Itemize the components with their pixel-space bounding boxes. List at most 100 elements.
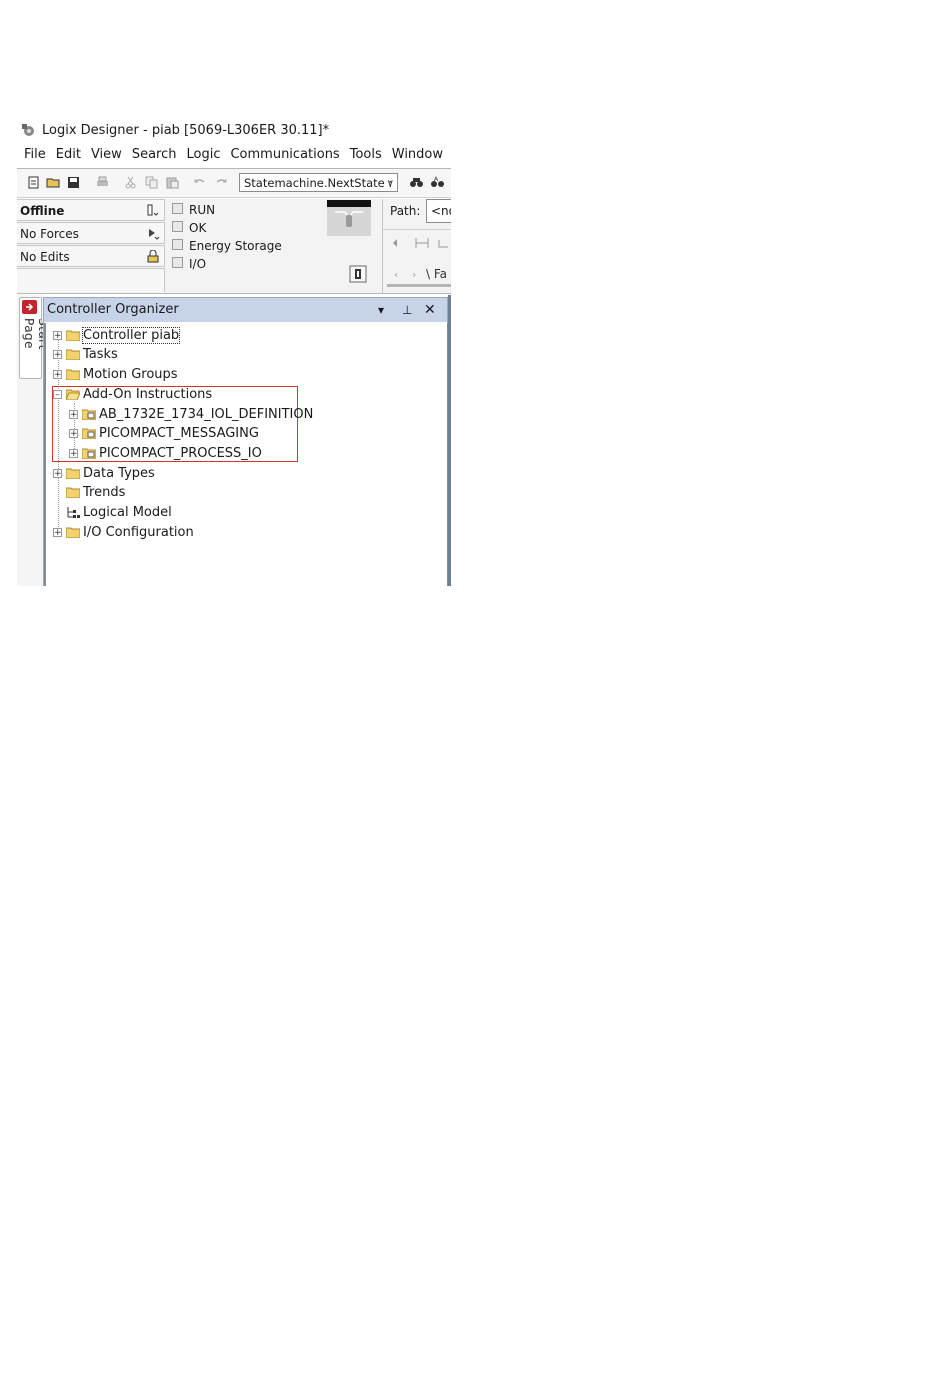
open-folder-icon[interactable] xyxy=(46,175,61,190)
find-icon[interactable] xyxy=(409,175,424,190)
close-icon[interactable]: ✕ xyxy=(424,298,436,322)
expand-icon[interactable]: + xyxy=(53,369,62,379)
tree-item-trends[interactable]: Trends xyxy=(53,483,125,501)
pin-icon[interactable]: ⊥ xyxy=(402,298,412,322)
tree-item-aoi-messaging[interactable]: + PICOMPACT_MESSAGING xyxy=(69,424,259,442)
path-input[interactable]: <no xyxy=(426,199,451,223)
mode-dropdown-icon[interactable] xyxy=(146,204,160,217)
tag-combo-value: Statemachine.NextState : xyxy=(244,176,393,190)
expand-icon[interactable]: + xyxy=(53,330,62,340)
menu-window[interactable]: Window xyxy=(392,147,443,162)
tab-favorites-partial[interactable]: \ Fa xyxy=(426,267,447,281)
open-folder-icon xyxy=(66,389,80,400)
tree-item-aoi-process-io[interactable]: + PICOMPACT_PROCESS_IO xyxy=(69,444,262,462)
tab-scrollbar[interactable] xyxy=(387,284,451,287)
edits-lock-icon[interactable] xyxy=(146,250,160,263)
scroll-right-icon[interactable]: › xyxy=(412,268,416,281)
tree-item-logical-model[interactable]: Logical Model xyxy=(53,503,172,521)
panel-splitter[interactable] xyxy=(448,295,451,586)
tree-label: Trends xyxy=(83,484,126,500)
controller-organizer: Controller Organizer ▾ ⊥ ✕ + Controller … xyxy=(43,297,449,586)
menu-tools[interactable]: Tools xyxy=(350,147,382,162)
save-icon[interactable] xyxy=(66,175,81,190)
checkbox-icon xyxy=(172,238,183,250)
indicator-io: I/O xyxy=(172,255,282,273)
tree-label: Motion Groups xyxy=(83,366,178,382)
edits-status[interactable]: No Edits xyxy=(17,245,165,267)
folder-icon xyxy=(66,369,80,380)
nav-left-icon[interactable] xyxy=(391,238,399,248)
aoi-icon xyxy=(82,409,96,420)
status-empty-row xyxy=(17,268,165,292)
expand-icon[interactable]: + xyxy=(69,448,78,458)
indicator-run: RUN xyxy=(172,201,282,219)
cut-icon[interactable] xyxy=(123,175,138,190)
tree-item-tasks[interactable]: + Tasks xyxy=(53,345,118,363)
start-page-icon xyxy=(22,300,37,314)
branch-icon[interactable] xyxy=(438,237,450,249)
tree-label: PICOMPACT_MESSAGING xyxy=(99,425,259,441)
expand-icon[interactable]: + xyxy=(53,527,62,537)
instruction-toolbar xyxy=(383,229,451,256)
expand-icon[interactable]: + xyxy=(53,468,62,478)
forces-status[interactable]: No Forces xyxy=(17,222,165,244)
aoi-icon xyxy=(82,428,96,439)
expand-icon[interactable]: + xyxy=(53,349,62,359)
menu-search[interactable]: Search xyxy=(132,147,177,162)
edits-label: No Edits xyxy=(20,250,70,264)
tree-label: PICOMPACT_PROCESS_IO xyxy=(99,445,262,461)
controller-properties-icon[interactable] xyxy=(349,265,367,283)
tree-label: Controller piab xyxy=(81,326,181,344)
dropdown-icon[interactable]: ▾ xyxy=(378,298,384,322)
tree-item-aoi-iol-definition[interactable]: + AB_1732E_1734_IOL_DEFINITION xyxy=(69,405,313,423)
tree-item-motion-groups[interactable]: + Motion Groups xyxy=(53,365,178,383)
logical-model-icon xyxy=(67,506,80,518)
keyswitch-icon xyxy=(327,200,371,236)
svg-text:A: A xyxy=(434,176,439,183)
organizer-header: Controller Organizer ▾ ⊥ ✕ xyxy=(44,298,447,322)
undo-icon[interactable] xyxy=(192,175,207,190)
redo-icon[interactable] xyxy=(214,175,229,190)
path-panel: Path: <no ‹ › \ Fa xyxy=(382,199,451,293)
start-page-tab[interactable]: Start Page xyxy=(19,297,50,379)
main-toolbar: Statemachine.NextState : ∨ A xyxy=(17,168,451,198)
expand-icon[interactable]: + xyxy=(69,428,78,438)
tree-item-add-on-instructions[interactable]: – Add-On Instructions xyxy=(53,385,212,403)
find-replace-icon[interactable]: A xyxy=(430,175,445,190)
chevron-down-icon[interactable]: ∨ xyxy=(387,174,394,191)
path-label: Path: xyxy=(390,204,421,218)
rung-icon[interactable] xyxy=(415,237,429,249)
side-tab-strip: Start Page xyxy=(17,295,50,586)
tree-item-data-types[interactable]: + Data Types xyxy=(53,464,155,482)
tab-scroll-row: ‹ › \ Fa xyxy=(383,265,451,287)
menu-file[interactable]: File xyxy=(24,147,46,162)
tag-search-combo[interactable]: Statemachine.NextState : ∨ xyxy=(239,173,398,192)
print-icon[interactable] xyxy=(95,175,110,190)
paste-icon[interactable] xyxy=(165,175,180,190)
indicator-list: RUN OK Energy Storage I/O xyxy=(172,201,282,273)
copy-icon[interactable] xyxy=(144,175,159,190)
menu-view[interactable]: View xyxy=(91,147,122,162)
organizer-tree: + Controller piab + Tasks + Motion Group… xyxy=(44,323,449,586)
menu-edit[interactable]: Edit xyxy=(56,147,81,162)
collapse-icon[interactable]: – xyxy=(53,389,62,399)
forces-dropdown-icon[interactable] xyxy=(146,227,160,240)
menu-bar: File Edit View Search Logic Communicatio… xyxy=(17,143,451,165)
mode-label: Offline xyxy=(20,204,65,218)
tree-item-io-configuration[interactable]: + I/O Configuration xyxy=(53,523,194,541)
expand-icon[interactable]: + xyxy=(69,409,78,419)
organizer-title: Controller Organizer xyxy=(47,302,179,317)
forces-label: No Forces xyxy=(20,227,79,241)
scroll-left-icon[interactable]: ‹ xyxy=(394,268,398,281)
menu-communications[interactable]: Communications xyxy=(230,147,339,162)
tree-item-controller[interactable]: + Controller piab xyxy=(53,326,181,344)
new-file-icon[interactable] xyxy=(26,175,41,190)
tree-label: Tasks xyxy=(83,346,118,362)
folder-icon xyxy=(66,468,80,479)
menu-logic[interactable]: Logic xyxy=(186,147,220,162)
checkbox-icon xyxy=(172,256,183,268)
indicator-ok: OK xyxy=(172,219,282,237)
mode-status[interactable]: Offline xyxy=(17,199,165,221)
app-icon xyxy=(22,124,34,136)
folder-icon xyxy=(66,349,80,360)
